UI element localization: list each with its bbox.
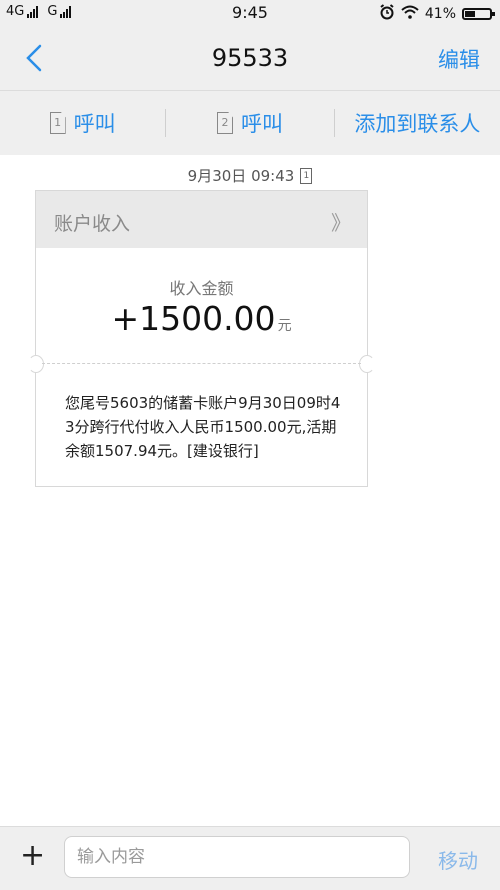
wifi-icon: [401, 5, 419, 23]
battery-level: [465, 11, 475, 17]
battery-percent: 41%: [424, 6, 456, 22]
send-button[interactable]: 移动: [438, 845, 478, 874]
message-card[interactable]: 账户收入 》 收入金额 +1500.00 元 您尾号5603的储蓄卡账户9月30日…: [28, 190, 375, 487]
message-timestamp: 9月30日 09:43 1: [0, 165, 500, 186]
card-header[interactable]: 账户收入 》: [36, 191, 367, 248]
chevron-left-icon: [26, 44, 42, 72]
double-chevron-right-icon: 》: [331, 211, 351, 235]
status-bar: 4G G 9:45 41%: [0, 0, 500, 26]
alarm-icon: [379, 4, 395, 24]
status-icons: 41%: [379, 4, 495, 24]
call-sim2-button[interactable]: 2 呼叫: [166, 91, 333, 155]
call-sim2-label: 呼叫: [241, 112, 283, 136]
message-input[interactable]: [64, 836, 410, 878]
add-contact-button[interactable]: 添加到联系人: [335, 91, 500, 155]
amount: +1500.00 元: [36, 299, 367, 338]
amount-value: +1500.00: [111, 299, 276, 338]
action-bar: 1 呼叫 2 呼叫 添加到联系人: [0, 91, 500, 155]
amount-label: 收入金额: [169, 279, 234, 298]
card-notch: [28, 355, 44, 373]
compose-bar: + 移动: [0, 826, 500, 890]
call-sim1-label: 呼叫: [73, 112, 116, 136]
sim-card-icon: 2: [217, 112, 233, 134]
sim-card-icon: 1: [49, 112, 66, 134]
amount-unit: 元: [277, 318, 292, 334]
card-notch: [359, 355, 375, 373]
add-attachment-button[interactable]: +: [20, 841, 45, 871]
back-button[interactable]: [22, 42, 50, 74]
header: 95533 编辑: [0, 26, 500, 91]
dashed-divider: [42, 363, 361, 364]
page-title: 95533: [211, 44, 289, 72]
edit-button[interactable]: 编辑: [438, 44, 480, 74]
card-title: 账户收入: [54, 213, 131, 235]
call-sim1-button[interactable]: 1 呼叫: [0, 91, 165, 155]
message-body: 您尾号5603的储蓄卡账户9月30日09时43分跨行代付收入人民币1500.00…: [65, 394, 341, 460]
battery-icon: [462, 8, 495, 20]
timestamp-text: 9月30日 09:43: [187, 167, 295, 185]
sim-card-icon: 1: [300, 167, 313, 184]
